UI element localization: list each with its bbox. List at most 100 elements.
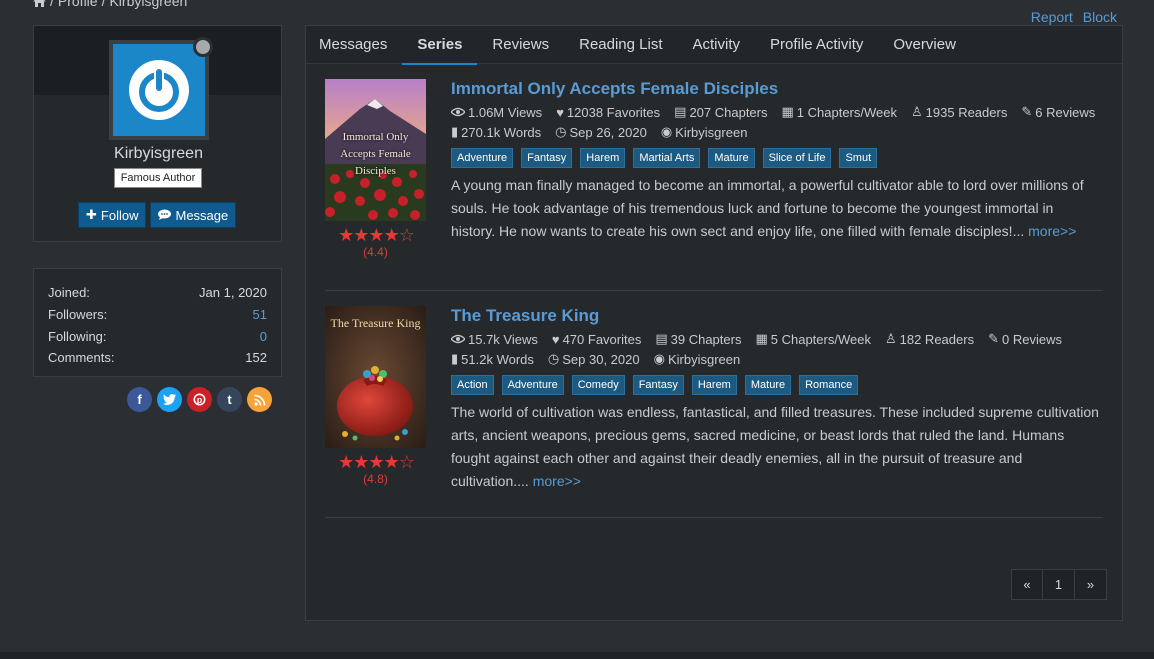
username: Kirbyisgreen — [114, 145, 203, 162]
tab-overview[interactable]: Overview — [878, 26, 971, 64]
series-cover[interactable]: The Treasure King — [325, 306, 426, 448]
stat-joined: Joined: Jan 1, 2020 — [48, 285, 267, 301]
tag[interactable]: Comedy — [571, 375, 625, 395]
breadcrumb: / Profile / Kirbyisgreen — [33, 0, 187, 9]
home-icon[interactable] — [33, 0, 46, 7]
user-icon: ♙ — [911, 104, 923, 119]
tab-activity[interactable]: Activity — [678, 26, 756, 64]
list-icon: ▤ — [655, 331, 668, 346]
tab-reviews[interactable]: Reviews — [477, 26, 564, 64]
tab-bar: Messages Series Reviews Reading List Act… — [306, 26, 1122, 65]
divider — [325, 290, 1103, 291]
pagination: « 1 » — [1011, 569, 1107, 600]
more-link[interactable]: more>> — [1028, 223, 1076, 239]
prev-page-button[interactable]: « — [1011, 569, 1043, 600]
rating-value: (4.8) — [363, 472, 388, 486]
cover-title: The Treasure King — [330, 316, 421, 330]
twitter-icon[interactable] — [157, 387, 182, 412]
book-icon: ▮ — [451, 351, 459, 366]
series-item: Immortal Only Accepts Female Disciples ★… — [325, 79, 1103, 279]
tag[interactable]: Action — [451, 375, 494, 395]
star-rating: ★★★★☆ — [338, 225, 415, 245]
rank-badge: Famous Author — [114, 168, 202, 188]
stats-card: Joined: Jan 1, 2020 Followers: 51 Followin… — [33, 268, 282, 377]
series-item: The Treasure King ★★★★☆ (4.8) The Treasu… — [325, 306, 1103, 506]
tag[interactable]: Mature — [708, 148, 755, 168]
profile-actions: Report Block — [1031, 9, 1117, 25]
tag[interactable]: Romance — [799, 375, 859, 395]
tag[interactable]: Adventure — [501, 375, 564, 395]
user-icon: ♙ — [884, 331, 897, 346]
series-cover[interactable]: Immortal Only Accepts Female Disciples — [325, 79, 426, 221]
tumblr-icon[interactable]: t — [217, 387, 242, 412]
tag-list: Adventure Fantasy Harem Martial Arts Mat… — [451, 148, 1101, 168]
tab-series[interactable]: Series — [402, 26, 478, 65]
list-icon: ▤ — [674, 104, 687, 119]
message-button[interactable]: Message — [150, 202, 237, 228]
rss-icon[interactable] — [247, 387, 272, 412]
pinterest-icon[interactable]: p — [187, 387, 212, 412]
series-title[interactable]: The Treasure King — [451, 306, 1101, 326]
eye-icon — [451, 107, 465, 117]
tag[interactable]: Martial Arts — [633, 148, 701, 168]
social-share: f p t — [127, 387, 272, 412]
rating-value: (4.4) — [363, 245, 388, 259]
author-icon: ◉ — [660, 124, 673, 139]
cover-title: Immortal Only Accepts Female Disciples — [340, 131, 411, 177]
plus-icon: ✚ — [86, 207, 97, 222]
svg-text:p: p — [197, 395, 203, 405]
stat-followers: Followers: 51 — [48, 307, 267, 323]
breadcrumb-sep: / — [101, 0, 106, 9]
tag[interactable]: Mature — [744, 375, 792, 395]
heart-icon: ♥ — [556, 104, 564, 120]
stat-comments: Comments: 152 — [48, 350, 267, 366]
book-icon: ▮ — [451, 124, 459, 139]
followers-link[interactable]: 51 — [253, 307, 267, 322]
breadcrumb-sep: / — [50, 0, 54, 9]
facebook-icon[interactable]: f — [127, 387, 152, 412]
tag[interactable]: Fantasy — [632, 375, 684, 395]
edit-icon: ✎ — [1021, 104, 1033, 119]
chat-bubble-icon — [158, 208, 172, 223]
clock-icon: ◷ — [555, 124, 567, 139]
divider — [325, 517, 1103, 518]
tab-reading-list[interactable]: Reading List — [564, 26, 677, 64]
more-link[interactable]: more>> — [533, 473, 581, 489]
author-icon: ◉ — [653, 351, 665, 366]
avatar[interactable] — [109, 40, 209, 140]
series-meta: 1.06M Views ♥ 12038 Favorites ▤ 207 Chapte… — [451, 104, 1096, 140]
main-panel: Messages Series Reviews Reading List Act… — [305, 25, 1123, 621]
power-icon — [129, 60, 189, 120]
footer-band — [0, 652, 1154, 659]
status-indicator — [193, 37, 213, 57]
star-rating: ★★★★☆ — [338, 452, 415, 472]
tag-list: Action Adventure Comedy Fantasy Harem Ma… — [451, 375, 1101, 395]
tab-messages[interactable]: Messages — [306, 26, 402, 64]
breadcrumb-user[interactable]: Kirbyisgreen — [109, 0, 187, 9]
following-link[interactable]: 0 — [260, 329, 267, 344]
calendar-icon: ▦ — [781, 104, 794, 119]
tab-profile-activity[interactable]: Profile Activity — [755, 26, 878, 64]
edit-icon: ✎ — [988, 331, 999, 346]
tag[interactable]: Harem — [580, 148, 626, 168]
next-page-button[interactable]: » — [1075, 569, 1107, 600]
series-meta: 15.7k Views ♥ 470 Favorites ▤ 39 Chapters … — [451, 331, 1062, 367]
series-title[interactable]: Immortal Only Accepts Female Disciples — [451, 79, 1101, 99]
follow-button[interactable]: ✚ Follow — [78, 202, 147, 228]
heart-icon: ♥ — [551, 331, 560, 347]
author-link[interactable]: Kirbyisgreen — [675, 125, 747, 140]
breadcrumb-profile[interactable]: Profile — [58, 0, 98, 9]
tag[interactable]: Slice of Life — [762, 148, 832, 168]
tag[interactable]: Fantasy — [521, 148, 573, 168]
report-link[interactable]: Report — [1031, 9, 1073, 25]
author-link[interactable]: Kirbyisgreen — [668, 352, 740, 367]
eye-icon — [451, 334, 465, 344]
tag[interactable]: Smut — [839, 148, 878, 168]
tag[interactable]: Harem — [691, 375, 737, 395]
series-description: A young man finally managed to become an… — [451, 177, 1084, 239]
tag[interactable]: Adventure — [451, 148, 514, 168]
series-description: The world of cultivation was endless, fa… — [451, 404, 1099, 489]
calendar-icon: ▦ — [755, 331, 768, 346]
block-link[interactable]: Block — [1083, 9, 1117, 25]
page-1-button[interactable]: 1 — [1043, 569, 1075, 600]
